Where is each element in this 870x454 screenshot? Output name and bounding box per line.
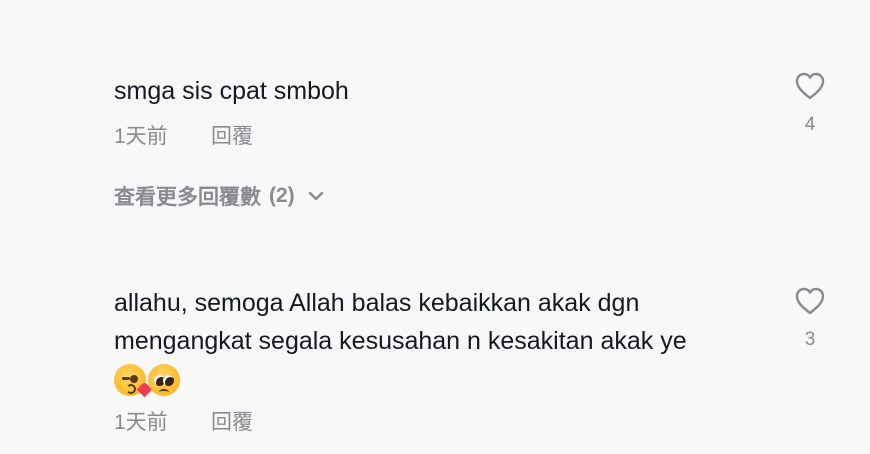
comment-meta: 1天前 回覆 xyxy=(114,120,870,150)
comment-timestamp: 1天前 xyxy=(114,411,168,434)
heart-outline-icon[interactable] xyxy=(794,71,826,101)
heart-outline-icon[interactable] xyxy=(794,286,826,316)
comment-item: allahu, semoga Allah balas kebaikkan aka… xyxy=(114,284,870,436)
comment-text: smga sis cpat smboh xyxy=(114,77,349,105)
like-control: 3 xyxy=(794,286,826,351)
view-replies-count: (2) xyxy=(269,184,295,207)
reply-button[interactable]: 回覆 xyxy=(211,406,253,436)
comment-text: allahu, semoga Allah balas kebaikkan aka… xyxy=(114,284,754,360)
comments-panel: smga sis cpat smboh 1天前 回覆 查看更多回覆數 (2) 4… xyxy=(0,0,870,454)
comment-meta: 1天前 回覆 xyxy=(114,406,870,436)
comment-item: smga sis cpat smboh 1天前 回覆 查看更多回覆數 (2) xyxy=(114,72,870,210)
like-control: 4 xyxy=(794,71,826,136)
reply-button[interactable]: 回覆 xyxy=(211,120,253,150)
comment-text-line: mengangkat segala kesusahan n kesakitan … xyxy=(114,327,687,355)
like-count: 3 xyxy=(804,329,816,350)
comment-text-line: allahu, semoga Allah balas kebaikkan aka… xyxy=(114,289,640,317)
like-count: 4 xyxy=(804,114,816,135)
kissing-face-with-heart-emoji xyxy=(114,364,153,398)
pleading-face-emoji xyxy=(148,364,180,396)
comment-emojis xyxy=(114,362,870,398)
view-replies-label: 查看更多回覆數 xyxy=(114,186,261,209)
comment-timestamp: 1天前 xyxy=(114,125,168,148)
chevron-down-icon xyxy=(308,191,323,201)
view-more-replies-button[interactable]: 查看更多回覆數 (2) xyxy=(114,182,870,210)
